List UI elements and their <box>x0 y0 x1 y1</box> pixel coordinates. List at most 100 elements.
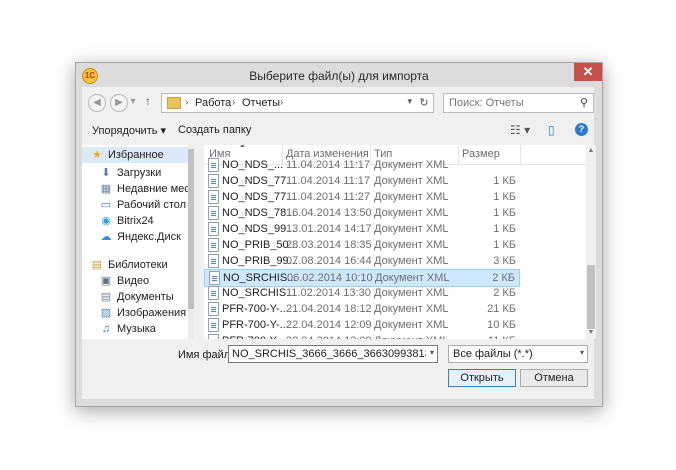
file-row[interactable]: NO_NDS_99... 13.01.2014 14:17 Документ XML… <box>204 221 520 237</box>
file-size: 2 КБ <box>492 272 515 284</box>
file-type: Документ XML <box>374 207 449 219</box>
nav-item-label: Библиотеки <box>108 259 168 271</box>
nav-item-label: Bitrix24 <box>117 215 154 227</box>
title-bar[interactable]: 1С Выберите файл(ы) для импорта ✕ <box>76 63 602 87</box>
file-row[interactable]: NO_NDS_78... 16.04.2014 13:50 Документ XML… <box>204 205 520 221</box>
file-row[interactable]: NO_NDS_77... 11.04.2014 11:17 Документ XML… <box>204 173 520 189</box>
file-date: 06.02.2014 10:10 <box>287 272 373 284</box>
file-scrollbar-thumb[interactable] <box>587 265 595 329</box>
recent-dropdown-icon[interactable]: ▾ <box>128 94 138 110</box>
scroll-up-icon[interactable]: ▲ <box>587 147 595 157</box>
scroll-down-icon[interactable]: ▼ <box>587 329 595 339</box>
file-date: 13.01.2014 14:17 <box>286 223 372 235</box>
file-type: Документ XML <box>374 287 449 299</box>
nav-item-star[interactable]: ★ Избранное <box>82 147 188 163</box>
refresh-button[interactable]: ↻ <box>415 93 434 113</box>
file-scrollbar-track[interactable]: ▲ ▼ <box>586 145 596 339</box>
back-button[interactable]: ◀ <box>88 94 106 112</box>
file-type: Документ XML <box>374 175 449 187</box>
file-row[interactable]: NO_PRIB_99... 07.08.2014 16:44 Документ XM… <box>204 253 520 269</box>
nav-item-recent-places[interactable]: ▦ Недавние места <box>82 181 188 197</box>
file-type: Документ XML <box>374 223 449 235</box>
preview-pane-icon[interactable]: ▯ <box>548 123 555 137</box>
file-name: NO_SRCHIS... <box>223 272 297 284</box>
search-icon[interactable]: ⚲ <box>580 96 588 109</box>
file-size: 2 КБ <box>493 287 516 299</box>
file-row[interactable]: PFR-700-Y-... 21.04.2014 18:12 Документ XM… <box>204 301 520 317</box>
navigation-scrollbar[interactable] <box>188 145 194 339</box>
file-date: 11.04.2014 11:27 <box>286 191 371 203</box>
filename-combobox[interactable]: ▾ <box>228 345 438 363</box>
open-button[interactable]: Открыть <box>448 369 516 387</box>
file-size: 1 КБ <box>493 223 516 235</box>
file-size: 10 КБ <box>487 319 516 331</box>
nav-item-music[interactable]: ♫ Музыка <box>82 321 188 337</box>
recent-places-icon: ▦ <box>100 183 112 195</box>
nav-item-libraries[interactable]: ▤ Библиотеки <box>82 257 188 273</box>
close-button[interactable]: ✕ <box>574 63 602 81</box>
xml-file-icon <box>209 271 220 285</box>
file-type-filter[interactable]: Все файлы (*.*) ▾ <box>448 345 588 363</box>
xml-file-icon <box>208 206 219 220</box>
xml-file-icon <box>208 174 219 188</box>
filename-dropdown-icon[interactable]: ▾ <box>430 348 434 357</box>
organize-button[interactable]: Упорядочить ▾ <box>92 124 166 137</box>
star-icon: ★ <box>92 149 102 161</box>
help-icon[interactable]: ? <box>575 123 588 136</box>
filter-dropdown-icon[interactable]: ▾ <box>580 348 584 357</box>
new-folder-button[interactable]: Создать папку <box>178 124 251 136</box>
nav-item-desktop[interactable]: ▭ Рабочий стол <box>82 197 188 213</box>
breadcrumb-separator-icon[interactable]: › <box>185 97 188 108</box>
dialog-client: ◀ ▶ ▾ ↑ › Работа › Отчеты › ▾ ↻ ⚲ Упоряд… <box>82 87 594 399</box>
file-row[interactable]: PFR-700-Y-...22.04.2014 12:09Документ XM… <box>204 317 520 333</box>
file-type: Документ XML <box>374 319 449 331</box>
up-folder-button[interactable]: ↑ <box>145 94 151 108</box>
nav-item-downloads[interactable]: ⬇ Загрузки <box>82 165 188 181</box>
file-name: NO_SRCHIS... <box>222 287 296 299</box>
filename-input[interactable] <box>229 346 426 362</box>
breadcrumb-reports[interactable]: Отчеты <box>242 97 280 109</box>
file-date: 07.08.2014 16:44 <box>286 255 372 267</box>
file-size: 1 КБ <box>493 239 516 251</box>
breadcrumb-separator-icon[interactable]: › <box>280 97 283 108</box>
file-type: Документ XML <box>374 239 449 251</box>
forward-button[interactable]: ▶ <box>110 94 128 112</box>
breadcrumb-work[interactable]: Работа <box>195 97 231 109</box>
libraries-icon: ▤ <box>91 259 103 271</box>
address-dropdown-icon[interactable]: ▾ <box>407 96 412 107</box>
file-name: NO_NDS_77... <box>222 175 296 187</box>
nav-item-cloud[interactable]: ☁ Яндекс.Диск <box>82 229 188 245</box>
view-options-icon[interactable]: ☷ ▾ <box>510 123 530 137</box>
file-row[interactable]: NO_SRCHIS... 11.02.2014 13:30 Документ XML… <box>204 285 520 301</box>
downloads-icon: ⬇ <box>101 167 111 179</box>
nav-item-pictures[interactable]: ▨ Изображения <box>82 305 188 321</box>
column-divider[interactable] <box>520 145 521 164</box>
search-input[interactable] <box>444 94 575 112</box>
file-row[interactable]: NO_NDS_... 11.04.2014 11:17 Документ XML <box>204 157 520 173</box>
file-name: NO_NDS_99... <box>222 223 296 235</box>
xml-file-icon <box>208 222 219 236</box>
xml-file-icon <box>208 318 219 332</box>
breadcrumb-separator-icon[interactable]: › <box>232 97 235 108</box>
nav-item-label: Музыка <box>117 323 156 335</box>
bitrix-icon: ◉ <box>101 215 111 227</box>
filter-value: Все файлы (*.*) <box>453 348 533 360</box>
nav-item-bitrix[interactable]: ◉ Bitrix24 <box>82 213 188 229</box>
file-date: 21.04.2014 18:12 <box>286 303 372 315</box>
address-bar[interactable]: › Работа › Отчеты › ▾ <box>161 93 417 113</box>
file-row[interactable]: NO_NDS_77... 11.04.2014 11:27 Документ XML… <box>204 189 520 205</box>
pictures-icon: ▨ <box>100 307 112 319</box>
file-size: 1 КБ <box>493 175 516 187</box>
file-type: Документ XML <box>374 159 449 171</box>
search-box[interactable]: ⚲ <box>443 93 594 113</box>
file-type: Документ XML <box>375 272 450 284</box>
navigation-scrollbar-thumb[interactable] <box>188 149 194 309</box>
file-open-dialog: 1С Выберите файл(ы) для импорта ✕ ◀ ▶ ▾ … <box>75 62 603 407</box>
nav-item-video[interactable]: ▣ Видео <box>82 273 188 289</box>
nav-item-documents[interactable]: ▤ Документы <box>82 289 188 305</box>
file-row[interactable]: NO_PRIB_50... 28.03.2014 18:35 Документ XM… <box>204 237 520 253</box>
nav-item-label: Видео <box>117 275 150 287</box>
bottom-panel: Имя файла: ▾ Все файлы (*.*) ▾ Открыть О… <box>82 339 594 399</box>
sort-ascending-icon: ▲ <box>239 145 246 149</box>
cancel-button[interactable]: Отмена <box>520 369 588 387</box>
